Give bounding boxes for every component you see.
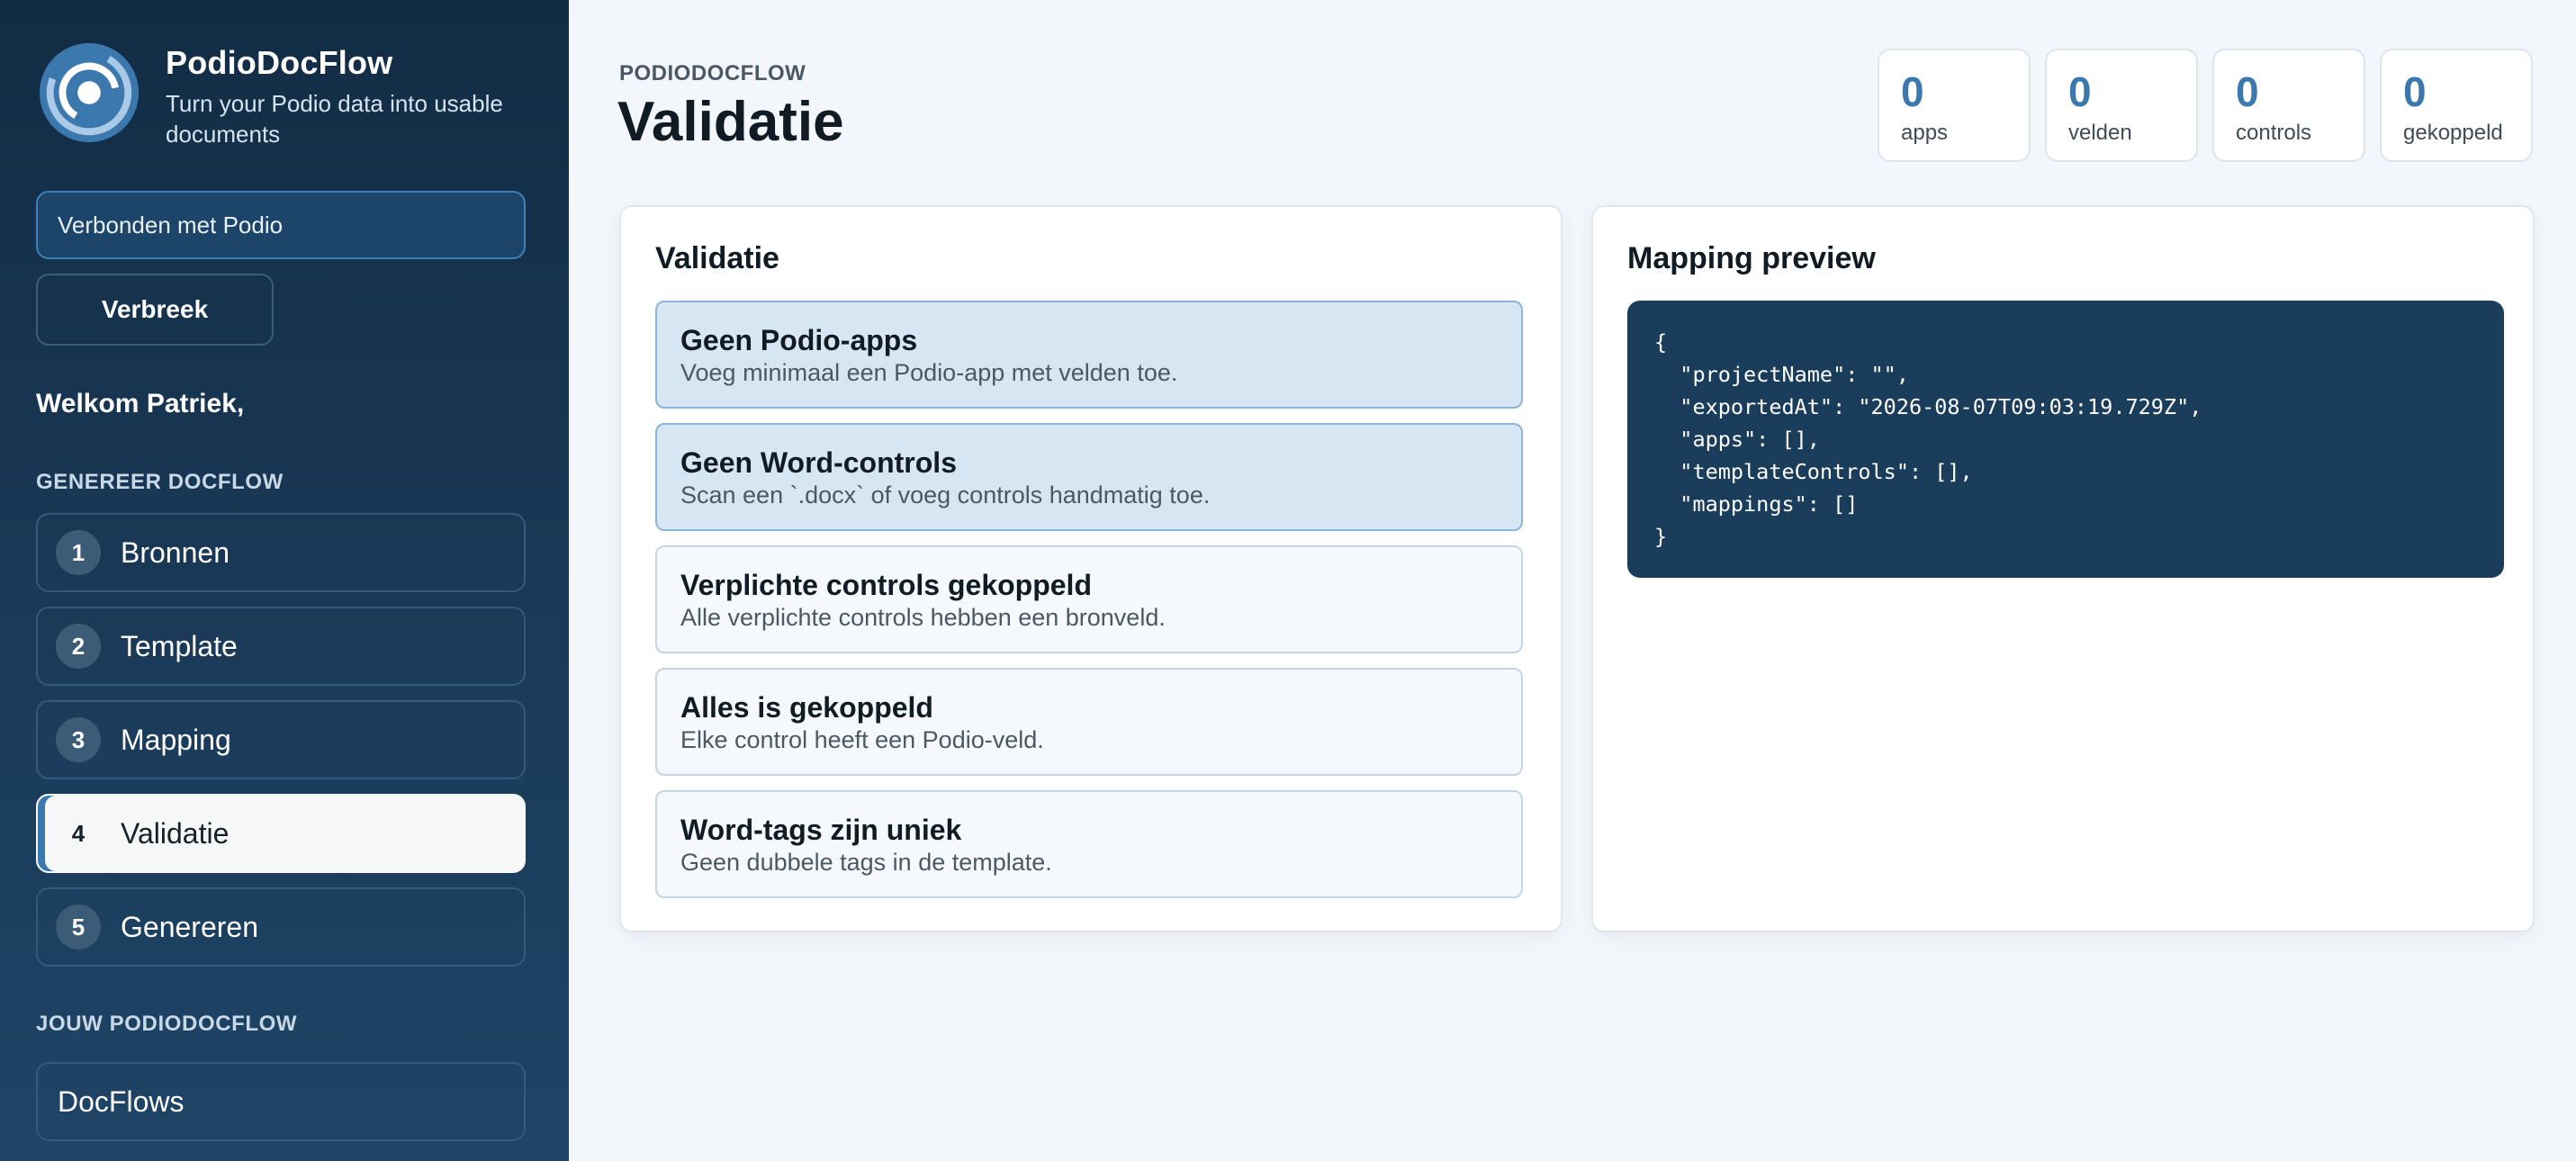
validation-item-all-linked: Alles is gekoppeld Elke control heeft ee… [655, 668, 1523, 776]
validation-item-title: Geen Word-controls [680, 446, 957, 479]
welcome-message: Welkom Patriek, [36, 389, 245, 418]
step-number: 5 [56, 904, 101, 950]
sidebar-item-label: Template [121, 629, 238, 662]
validation-item-description: Geen dubbele tags in de template. [680, 849, 1052, 876]
podiodocflow-logo-icon [39, 42, 140, 143]
step-number: 1 [56, 530, 101, 575]
stat-label: apps [1901, 121, 1949, 145]
yours-section-label: JOUW PODIODOCFLOW [36, 1012, 298, 1036]
validation-item-description: Alle verplichte controls hebben een bron… [680, 604, 1166, 631]
sidebar-item-mapping[interactable]: 3 Mapping [36, 700, 526, 779]
validation-item-description: Scan een `.docx` of voeg controls handma… [680, 482, 1211, 508]
stat-gekoppeld: 0 gekoppeld [2380, 49, 2533, 162]
validation-item-required-controls: Verplichte controls gekoppeld Alle verpl… [655, 545, 1523, 653]
mapping-preview-title: Mapping preview [1627, 241, 1876, 275]
validation-item-title: Verplichte controls gekoppeld [680, 569, 1092, 601]
sidebar-item-validatie[interactable]: 4 Validatie [36, 794, 526, 873]
validation-panel: Validatie Geen Podio-apps Voeg minimaal … [619, 205, 1563, 932]
stat-value: 0 [1901, 68, 1924, 115]
sidebar-item-genereren[interactable]: 5 Genereren [36, 887, 526, 967]
stat-label: controls [2236, 121, 2312, 145]
step-number: 4 [71, 819, 86, 847]
disconnect-button[interactable]: Verbreek [36, 274, 274, 346]
connection-status: Verbonden met Podio [36, 191, 526, 259]
step-number: 3 [56, 717, 101, 762]
brand: PodioDocFlow Turn your Podio data into u… [36, 40, 553, 149]
brand-tagline: Turn your Podio data into usable documen… [166, 90, 503, 148]
sidebar-item-template[interactable]: 2 Template [36, 607, 526, 686]
stat-value: 0 [2403, 68, 2427, 115]
stat-apps: 0 apps [1878, 49, 2031, 162]
stat-label: velden [2068, 121, 2132, 145]
validation-item-description: Voeg minimaal een Podio-app met velden t… [680, 359, 1178, 386]
mapping-json-preview: { "projectName": "", "exportedAt": "2026… [1627, 301, 2504, 578]
validation-panel-title: Validatie [655, 241, 779, 275]
stat-velden: 0 velden [2045, 49, 2198, 162]
sidebar-item-label: Bronnen [121, 536, 230, 569]
validation-item-title: Word-tags zijn uniek [680, 814, 962, 846]
step-number: 2 [56, 624, 101, 669]
stat-controls: 0 controls [2212, 49, 2365, 162]
validation-item-description: Elke control heeft een Podio-veld. [680, 726, 1044, 753]
stat-value: 0 [2068, 68, 2092, 115]
stat-value: 0 [2236, 68, 2259, 115]
page-eyebrow: PODIODOCFLOW [619, 61, 806, 86]
brand-name: PodioDocFlow [166, 44, 393, 81]
validation-item-no-word-controls: Geen Word-controls Scan een `.docx` of v… [655, 423, 1523, 531]
sidebar-item-label: Mapping [121, 723, 231, 756]
validation-item-no-podio-apps: Geen Podio-apps Voeg minimaal een Podio-… [655, 301, 1523, 409]
validation-item-unique-tags: Word-tags zijn uniek Geen dubbele tags i… [655, 790, 1523, 898]
sidebar-item-label: Validatie [121, 816, 230, 850]
sidebar-item-bronnen[interactable]: 1 Bronnen [36, 513, 526, 592]
generate-section-label: GENEREER DOCFLOW [36, 470, 284, 494]
validation-item-title: Alles is gekoppeld [680, 691, 933, 724]
sidebar: PodioDocFlow Turn your Podio data into u… [0, 0, 569, 1161]
sidebar-item-docflows[interactable]: DocFlows [36, 1062, 526, 1141]
stat-label: gekoppeld [2403, 121, 2503, 145]
page-title: Validatie [617, 91, 844, 153]
sidebar-item-label: DocFlows [58, 1084, 185, 1118]
validation-item-title: Geen Podio-apps [680, 324, 918, 356]
sidebar-item-label: Genereren [121, 910, 258, 943]
mapping-preview-panel: Mapping preview { "projectName": "", "ex… [1591, 205, 2535, 932]
